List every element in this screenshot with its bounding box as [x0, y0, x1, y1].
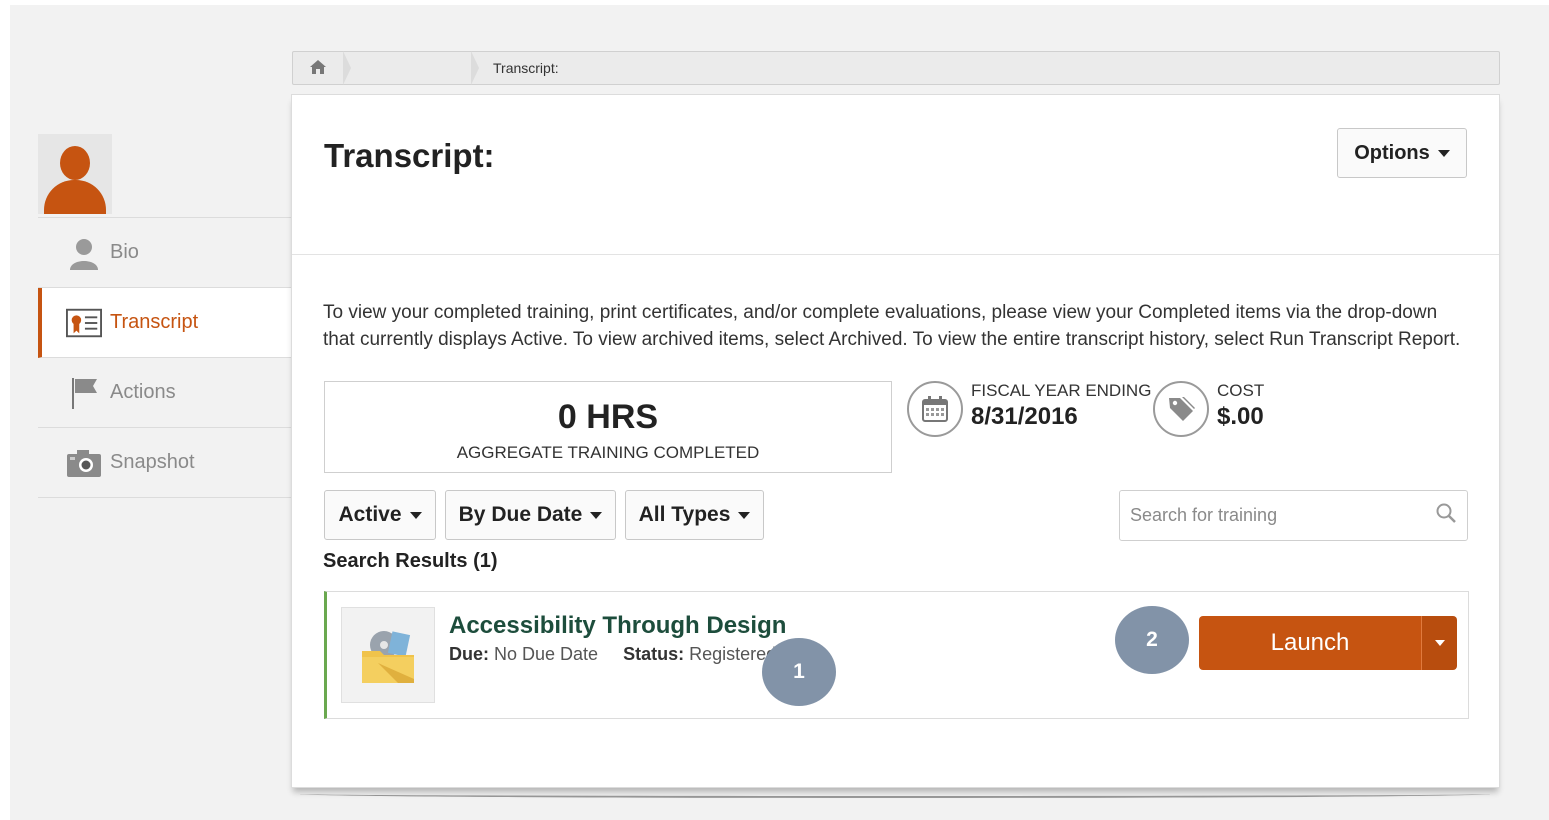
launch-dropdown-toggle[interactable]: [1421, 616, 1457, 670]
aggregate-hours-box: 0 HRS AGGREGATE TRAINING COMPLETED: [324, 381, 892, 473]
sidebar-item-snapshot[interactable]: Snapshot: [38, 428, 292, 498]
sidebar-item-bio[interactable]: Bio: [38, 218, 292, 288]
breadcrumb-separator: [343, 51, 351, 85]
panel-stack-shadow: [300, 790, 1490, 798]
sidebar-item-label: Actions: [110, 381, 176, 403]
caret-down-icon: [738, 511, 751, 519]
sort-filter-value: By Due Date: [458, 503, 583, 526]
cost-label: COST: [1217, 381, 1265, 400]
cost-value: $.00: [1217, 403, 1264, 430]
price-tag-icon: [1153, 381, 1209, 437]
sidebar-item-actions[interactable]: Actions: [38, 358, 292, 428]
sidebar: Bio Transcript Actions Snapshot: [38, 130, 292, 498]
callout-marker-1: 1: [762, 638, 836, 706]
divider: [292, 254, 1499, 255]
breadcrumb-item-blank[interactable]: [351, 52, 471, 84]
page-title: Transcript:: [324, 137, 495, 174]
type-filter-value: All Types: [638, 503, 731, 526]
profile-header: [38, 130, 292, 218]
due-value: No Due Date: [494, 644, 599, 664]
course-meta: Due: No Due Date Status: Registered: [449, 644, 776, 665]
search-results-label: Search Results (1): [323, 550, 498, 572]
sidebar-item-label: Snapshot: [110, 451, 195, 473]
status-filter-value: Active: [338, 503, 402, 526]
sidebar-item-label: Transcript: [110, 311, 199, 333]
transcript-certificate-icon: [66, 305, 102, 341]
breadcrumb-home[interactable]: [293, 52, 343, 84]
cost-stat: COST $.00: [1153, 381, 1264, 437]
training-result-row: Accessibility Through Design Due: No Due…: [324, 591, 1469, 719]
person-icon: [66, 235, 102, 271]
search-box: [1119, 490, 1468, 541]
home-icon: [309, 59, 327, 78]
due-label: Due:: [449, 644, 489, 664]
status-label: Status:: [623, 644, 685, 664]
search-icon[interactable]: [1435, 502, 1457, 529]
caret-down-icon: [1437, 149, 1450, 157]
calendar-icon: [907, 381, 963, 437]
caret-down-icon: [590, 511, 603, 519]
fiscal-year-stat: FISCAL YEAR ENDING 8/31/2016: [907, 381, 1151, 437]
callout-marker-2: 2: [1115, 606, 1189, 674]
options-button[interactable]: Options: [1337, 128, 1467, 178]
search-input[interactable]: [1130, 505, 1435, 526]
transcript-panel: Transcript: Options To view your complet…: [291, 94, 1500, 788]
hours-value: 0 HRS: [557, 398, 659, 436]
flag-icon: [66, 375, 102, 411]
intro-text: To view your completed training, print c…: [323, 302, 1461, 350]
status-filter-dropdown[interactable]: Active: [324, 490, 436, 540]
caret-down-icon: [1434, 640, 1445, 646]
hours-label: AGGREGATE TRAINING COMPLETED: [456, 443, 760, 462]
sidebar-item-transcript[interactable]: Transcript: [38, 288, 292, 358]
type-filter-dropdown[interactable]: All Types: [625, 490, 764, 540]
sort-filter-dropdown[interactable]: By Due Date: [445, 490, 616, 540]
caret-down-icon: [409, 511, 422, 519]
fiscal-value: 8/31/2016: [971, 403, 1078, 430]
fiscal-label: FISCAL YEAR ENDING: [971, 381, 1152, 400]
sidebar-item-label: Bio: [110, 241, 139, 263]
launch-button[interactable]: Launch: [1199, 616, 1421, 670]
breadcrumb: Transcript:: [292, 51, 1500, 85]
course-title-link[interactable]: Accessibility Through Design: [449, 612, 786, 640]
options-label: Options: [1354, 141, 1430, 164]
course-folder-icon: [341, 607, 435, 703]
camera-icon: [66, 445, 102, 481]
user-avatar-icon[interactable]: [38, 133, 112, 214]
breadcrumb-current: Transcript:: [493, 60, 559, 76]
breadcrumb-separator: [471, 51, 479, 85]
